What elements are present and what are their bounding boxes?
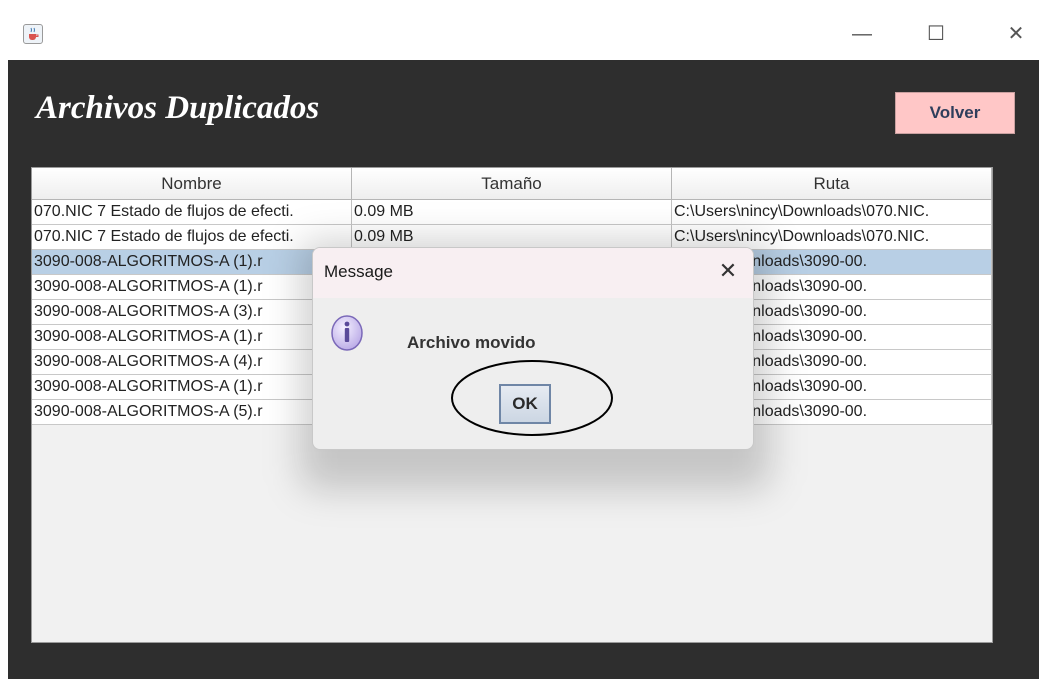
cell-nombre: 070.NIC 7 Estado de flujos de efecti. <box>32 200 352 225</box>
info-icon <box>330 314 364 352</box>
maximize-icon[interactable]: ☐ <box>922 22 950 46</box>
column-header-ruta[interactable]: Ruta <box>672 168 992 200</box>
table-row[interactable]: 070.NIC 7 Estado de flujos de efecti. 0.0… <box>32 200 992 225</box>
java-cup-icon <box>23 24 43 44</box>
dialog-title: Message <box>324 262 393 281</box>
highlight-circle-annotation <box>451 360 613 436</box>
dialog-close-icon[interactable]: ✕ <box>715 258 741 284</box>
dialog-titlebar: Message ✕ <box>313 248 753 298</box>
cell-ruta: C:\Users\nincy\Downloads\070.NIC. <box>672 200 992 225</box>
dialog-message: Archivo movido <box>407 333 536 352</box>
column-header-tamano[interactable]: Tamaño <box>352 168 672 200</box>
cell-tamano: 0.09 MB <box>352 200 672 225</box>
window-titlebar: — ☐ ✕ <box>0 0 1039 60</box>
column-header-nombre[interactable]: Nombre <box>32 168 352 200</box>
page-title: Archivos Duplicados <box>36 90 320 126</box>
close-icon[interactable]: ✕ <box>1002 22 1030 46</box>
back-button[interactable]: Volver <box>895 92 1015 134</box>
minimize-icon[interactable]: — <box>848 22 876 46</box>
table-header: Nombre Tamaño Ruta <box>32 168 992 200</box>
